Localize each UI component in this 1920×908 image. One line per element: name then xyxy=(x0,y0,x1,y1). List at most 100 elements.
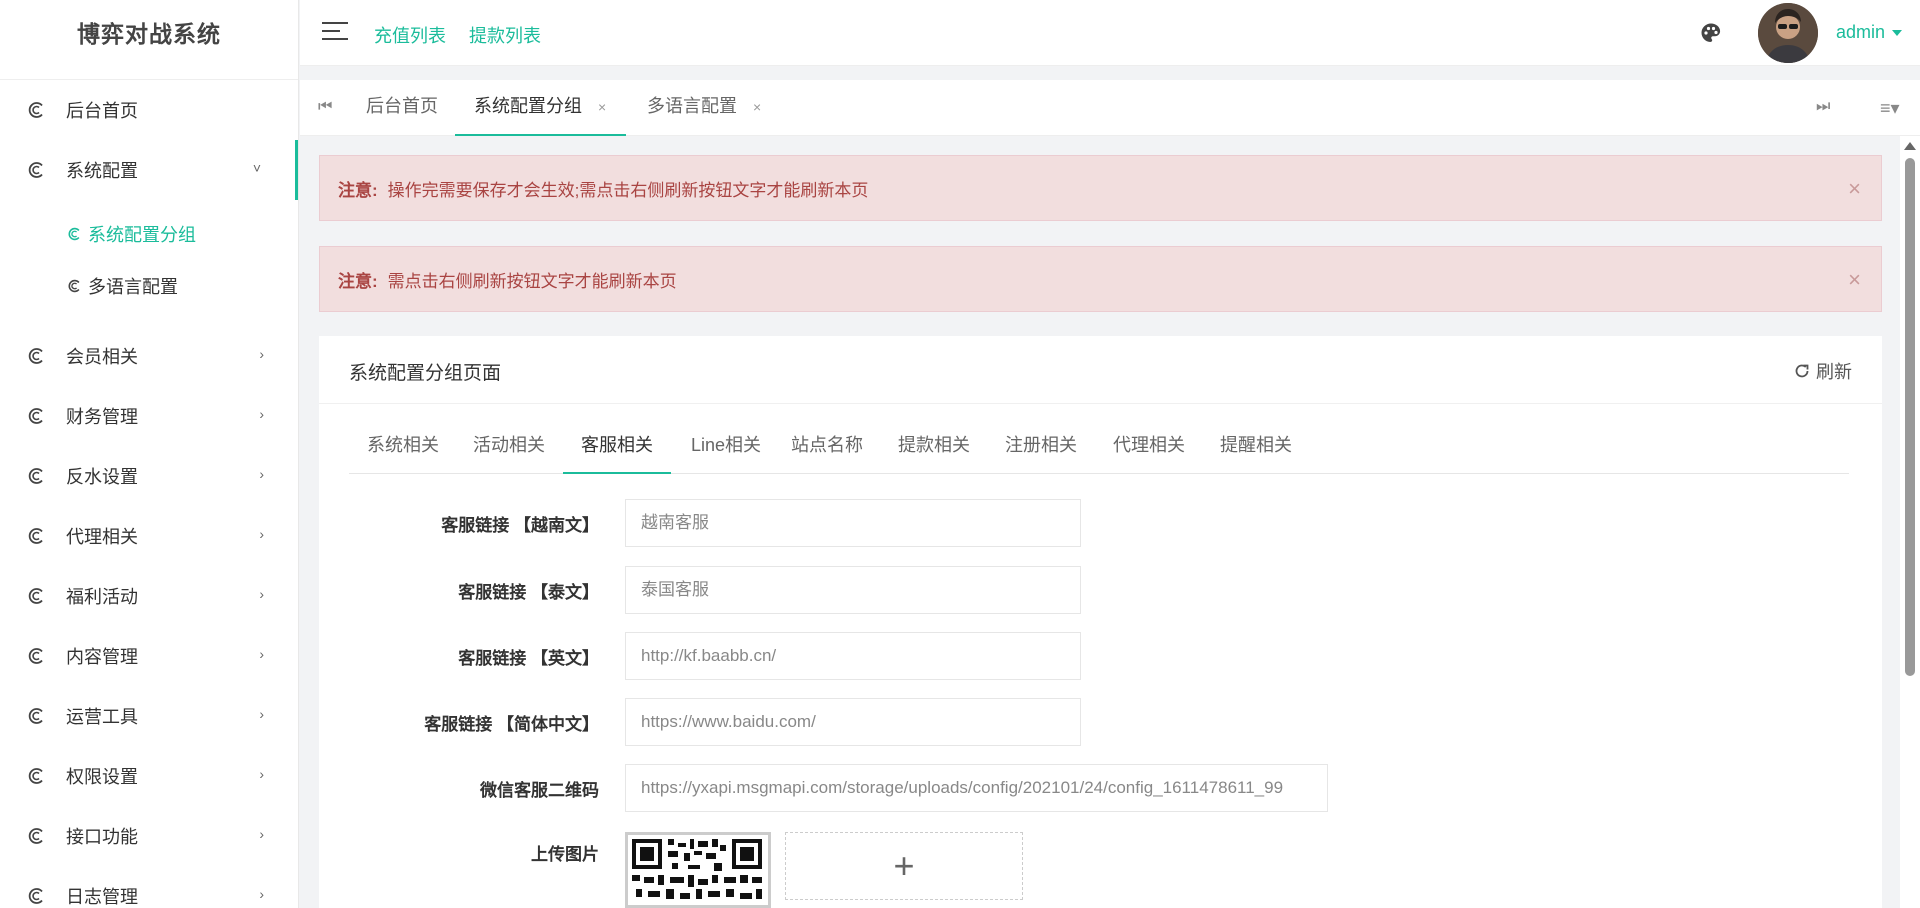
sidebar-item-members[interactable]: 会员相关 › xyxy=(0,326,298,386)
tab-activity[interactable]: 活动相关 xyxy=(455,428,563,474)
tab-agent[interactable]: 代理相关 xyxy=(1095,428,1203,474)
sidebar-item-label: 反水设置 xyxy=(66,467,138,487)
tab-multilang[interactable]: 多语言配置 × xyxy=(647,80,761,136)
sidebar-item-agent[interactable]: 代理相关 › xyxy=(0,506,298,566)
sidebar: 博弈对战系统 后台首页 系统配置 ˅ 系统配置分组 多语言配置 会员相关 › 财… xyxy=(0,0,299,908)
alert-label: 注意: xyxy=(338,271,378,291)
close-icon[interactable]: × xyxy=(1848,176,1861,202)
tab-options-icon[interactable]: ≡▾ xyxy=(1880,98,1900,119)
app-logo: 博弈对战系统 xyxy=(0,0,298,80)
alert-notice: 注意: 需点击右侧刷新按钮文字才能刷新本页 × xyxy=(319,246,1882,312)
alert-text: 需点击右侧刷新按钮文字才能刷新本页 xyxy=(387,271,677,291)
chevron-right-icon: › xyxy=(259,406,264,422)
sidebar-item-label: 财务管理 xyxy=(66,407,138,427)
form-row: 客服链接 【简体中文】 xyxy=(319,698,1819,748)
circle-icon xyxy=(28,887,46,905)
alert-notice: 注意: 操作完需要保存才会生效;需点击右侧刷新按钮文字才能刷新本页 × xyxy=(319,155,1882,221)
config-panel: 系统配置分组页面 刷新 系统相关 活动相关 客服相关 Line相关 站点名称 提… xyxy=(319,336,1882,908)
sidebar-subitem-multilang[interactable]: 多语言配置 xyxy=(0,260,298,312)
tab-config-group[interactable]: 系统配置分组 × xyxy=(455,80,627,136)
form-label: 客服链接 【泰文】 xyxy=(458,583,599,602)
chevron-right-icon: › xyxy=(259,886,264,902)
chevron-right-icon: › xyxy=(259,826,264,842)
top-header: 充值列表 提款列表 admin xyxy=(300,0,1920,66)
config-tabs: 系统相关 活动相关 客服相关 Line相关 站点名称 提款相关 注册相关 代理相… xyxy=(349,428,1849,474)
chevron-down-icon: ˅ xyxy=(252,160,261,176)
tab-system[interactable]: 系统相关 xyxy=(349,428,457,474)
sidebar-item-system-config[interactable]: 系统配置 ˅ xyxy=(0,140,298,200)
wechat-qr-url-input[interactable] xyxy=(625,764,1328,812)
sidebar-item-label: 接口功能 xyxy=(66,827,138,847)
sidebar-item-welfare[interactable]: 福利活动 › xyxy=(0,566,298,626)
form-label: 客服链接 【简体中文】 xyxy=(424,715,599,734)
user-name[interactable]: admin xyxy=(1836,22,1885,43)
form-label: 客服链接 【英文】 xyxy=(458,649,599,668)
scrollbar[interactable] xyxy=(1900,136,1920,908)
form-row: 上传图片 xyxy=(319,828,1819,878)
tab-label: 后台首页 xyxy=(366,96,438,116)
tab-register[interactable]: 注册相关 xyxy=(987,428,1095,474)
withdraw-list-link[interactable]: 提款列表 xyxy=(469,22,541,48)
close-icon[interactable]: × xyxy=(598,99,606,115)
circle-icon xyxy=(28,161,46,179)
hamburger-icon[interactable] xyxy=(322,22,348,44)
qr-code-image[interactable] xyxy=(625,832,771,908)
tab-customer-service[interactable]: 客服相关 xyxy=(563,428,671,474)
sidebar-item-ops-tools[interactable]: 运营工具 › xyxy=(0,686,298,746)
circle-icon xyxy=(28,347,46,365)
sidebar-item-logs[interactable]: 日志管理 › xyxy=(0,866,298,908)
sidebar-item-label: 后台首页 xyxy=(66,101,138,121)
tab-withdraw[interactable]: 提款相关 xyxy=(880,428,988,474)
form-row: 客服链接 【英文】 xyxy=(319,632,1819,682)
cs-link-english-input[interactable] xyxy=(625,632,1081,680)
sidebar-subitem-config-group[interactable]: 系统配置分组 xyxy=(0,208,298,260)
tab-reminder[interactable]: 提醒相关 xyxy=(1202,428,1310,474)
sidebar-item-rebate[interactable]: 反水设置 › xyxy=(0,446,298,506)
cs-link-thai-input[interactable] xyxy=(625,566,1081,614)
scroll-up-icon[interactable] xyxy=(1904,142,1916,150)
chevron-right-icon: › xyxy=(259,706,264,722)
circle-icon xyxy=(68,279,82,293)
tab-line[interactable]: Line相关 xyxy=(673,428,779,474)
circle-icon xyxy=(28,527,46,545)
tab-label: 系统配置分组 xyxy=(474,96,582,116)
sidebar-item-content[interactable]: 内容管理 › xyxy=(0,626,298,686)
palette-icon[interactable] xyxy=(1700,22,1722,44)
close-icon[interactable]: × xyxy=(1848,267,1861,293)
tab-scroll-right-icon[interactable]: ⏭ xyxy=(1816,98,1830,116)
form-label: 上传图片 xyxy=(531,845,599,864)
sidebar-item-label: 运营工具 xyxy=(66,707,138,727)
sidebar-item-permissions[interactable]: 权限设置 › xyxy=(0,746,298,806)
upload-add-button[interactable]: + xyxy=(785,832,1023,900)
avatar[interactable] xyxy=(1758,3,1818,63)
alert-text: 操作完需要保存才会生效;需点击右侧刷新按钮文字才能刷新本页 xyxy=(387,180,869,200)
form-row: 客服链接 【越南文】 xyxy=(319,499,1819,549)
refresh-button[interactable]: 刷新 xyxy=(1794,358,1852,384)
recharge-list-link[interactable]: 充值列表 xyxy=(374,22,446,48)
chevron-right-icon: › xyxy=(259,586,264,602)
sidebar-item-label: 会员相关 xyxy=(66,347,138,367)
circle-icon xyxy=(68,227,82,241)
chevron-right-icon: › xyxy=(259,766,264,782)
cs-link-vietnamese-input[interactable] xyxy=(625,499,1081,547)
caret-down-icon[interactable] xyxy=(1892,30,1902,36)
tab-site-name[interactable]: 站点名称 xyxy=(773,428,881,474)
tab-scroll-left-icon[interactable]: ⏮ xyxy=(318,98,332,116)
tab-home[interactable]: 后台首页 xyxy=(366,80,438,136)
sidebar-item-api[interactable]: 接口功能 › xyxy=(0,806,298,866)
sidebar-item-home[interactable]: 后台首页 xyxy=(0,80,298,140)
scroll-thumb[interactable] xyxy=(1905,158,1915,676)
circle-icon xyxy=(28,407,46,425)
circle-icon xyxy=(28,467,46,485)
chevron-right-icon: › xyxy=(259,346,264,362)
sidebar-submenu: 系统配置分组 多语言配置 xyxy=(0,200,298,326)
sidebar-item-label: 日志管理 xyxy=(66,887,138,907)
cs-link-chinese-input[interactable] xyxy=(625,698,1081,746)
circle-icon xyxy=(28,707,46,725)
sidebar-subitem-label: 系统配置分组 xyxy=(88,225,196,245)
sidebar-item-label: 内容管理 xyxy=(66,647,138,667)
sidebar-item-finance[interactable]: 财务管理 › xyxy=(0,386,298,446)
close-icon[interactable]: × xyxy=(753,99,761,115)
circle-icon xyxy=(28,587,46,605)
alert-label: 注意: xyxy=(338,180,378,200)
